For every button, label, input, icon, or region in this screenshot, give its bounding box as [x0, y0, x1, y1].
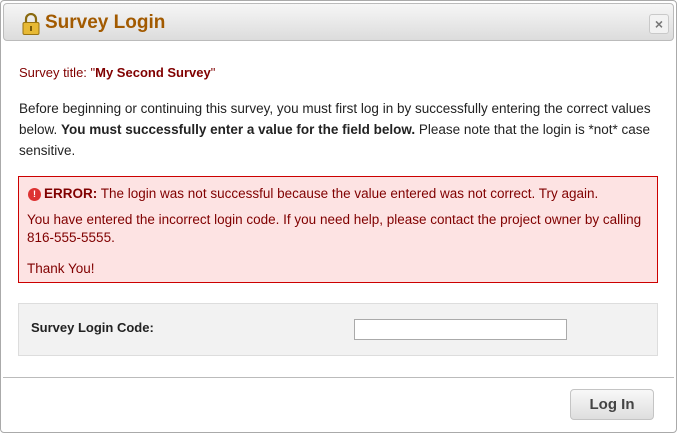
dialog-title: Survey Login	[45, 12, 166, 33]
error-message: ERROR: The login was not successful beca…	[44, 185, 598, 203]
login-form: Survey Login Code:	[18, 303, 658, 356]
login-code-input[interactable]	[354, 319, 567, 340]
survey-title-label: Survey title: "	[19, 65, 96, 80]
survey-title-label-end: "	[210, 65, 216, 80]
error-message-text: The login was not successful because the…	[97, 186, 599, 201]
login-code-label: Survey Login Code:	[31, 320, 154, 335]
error-heading: ERROR:	[44, 186, 98, 201]
dialog-titlebar: Survey Login ×	[3, 3, 674, 41]
survey-login-dialog: Survey Login × Survey title: "My Second …	[0, 0, 677, 433]
error-details: You have entered the incorrect login cod…	[27, 212, 642, 245]
intro-text: Before beginning or continuing this surv…	[19, 98, 659, 161]
survey-title-line: Survey title: "My Second Survey"	[19, 65, 215, 80]
error-icon: !	[28, 188, 41, 201]
error-closing: Thank You!	[27, 261, 95, 276]
survey-name: My Second Survey	[95, 65, 211, 80]
intro-text-bold: You must successfully enter a value for …	[61, 122, 416, 137]
close-button[interactable]: ×	[649, 14, 669, 34]
log-in-button[interactable]: Log In	[570, 389, 654, 420]
footer-divider	[3, 377, 674, 378]
lock-icon	[22, 13, 40, 35]
error-alert: ! ERROR: The login was not successful be…	[18, 176, 658, 283]
